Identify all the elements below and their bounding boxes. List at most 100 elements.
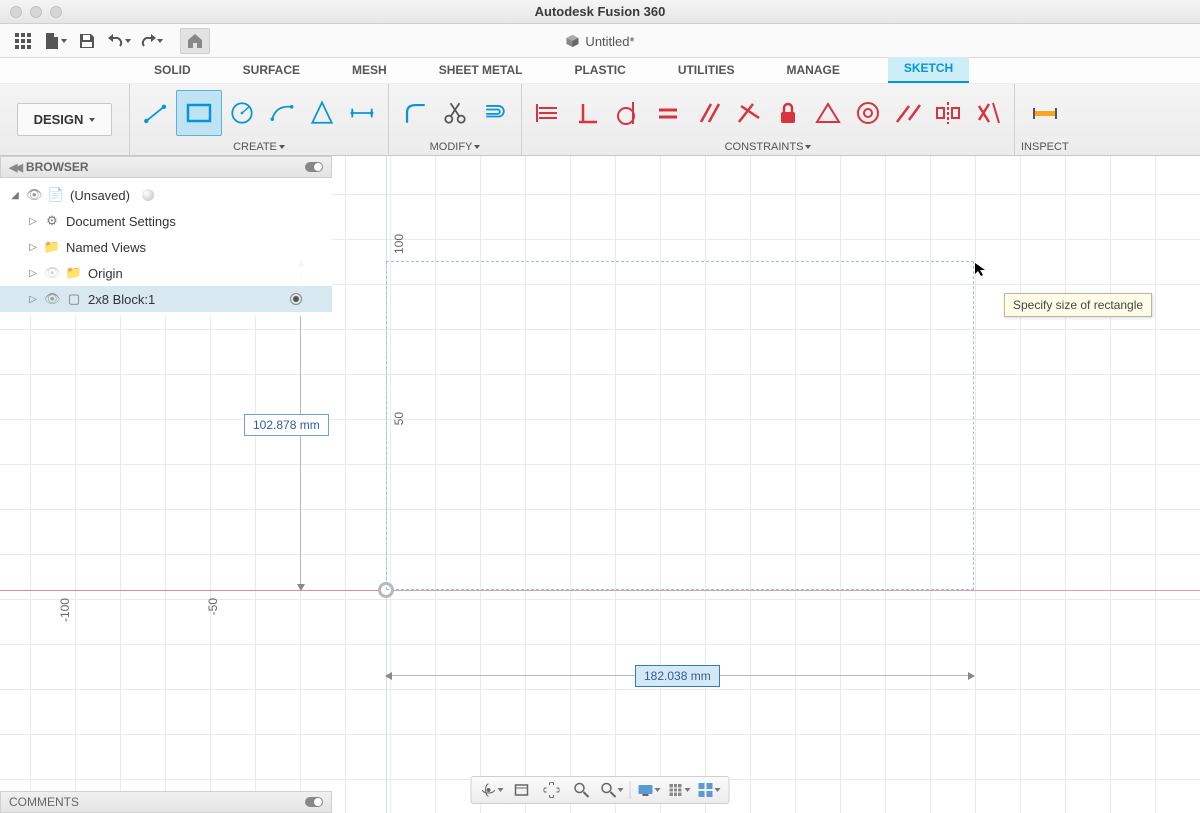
orbit-button[interactable] [478, 779, 506, 801]
tree-item-named-views[interactable]: ▷ 📁 Named Views [0, 234, 332, 260]
axis-y [386, 156, 387, 813]
panel-collapse-icon[interactable]: ◀◀ [9, 161, 20, 174]
visibility-icon[interactable]: 👁 [44, 265, 60, 281]
browser-title: BROWSER [26, 160, 305, 174]
home-button[interactable] [180, 28, 210, 54]
dimension-horizontal-value[interactable]: 182.038 mm [635, 665, 720, 687]
panel-pin-icon[interactable] [305, 797, 323, 807]
offset-tool[interactable] [475, 90, 515, 136]
undo-button[interactable] [104, 28, 134, 54]
ribbon-tabs: SOLID SURFACE MESH SHEET METAL PLASTIC U… [0, 58, 1200, 84]
ruler-x-n100: -100 [58, 598, 72, 622]
ribbon-group-modify: MODIFY [389, 84, 522, 155]
pan-button[interactable] [538, 779, 566, 801]
fillet-tool[interactable] [395, 90, 435, 136]
arc-tool[interactable] [262, 90, 302, 136]
folder-icon: 📁 [44, 239, 60, 255]
dimension-vertical-value[interactable]: 102.878 mm [244, 414, 329, 436]
tooltip: Specify size of rectangle [1004, 293, 1152, 317]
fix-constraint[interactable] [768, 90, 808, 136]
save-button[interactable] [72, 28, 102, 54]
group-label-inspect: INSPECT [1021, 141, 1069, 153]
collinear-constraint[interactable] [888, 90, 928, 136]
parallel-constraint[interactable] [688, 90, 728, 136]
polygon-tool[interactable] [302, 90, 342, 136]
tree-label: 2x8 Block:1 [88, 292, 155, 307]
gear-icon: ⚙ [44, 213, 60, 229]
body-icon: ▢ [66, 291, 82, 307]
visibility-icon[interactable]: 👁 [26, 187, 42, 203]
tree-label: Named Views [66, 240, 146, 255]
line-tool[interactable] [136, 90, 176, 136]
quick-access-toolbar: Untitled* [0, 24, 1200, 58]
component-icon: 📄 [48, 187, 64, 203]
ribbon: DESIGN CREATE MODIFY [0, 84, 1200, 156]
trim-tool[interactable] [435, 90, 475, 136]
comments-title: COMMENTS [9, 795, 79, 809]
tab-plastic[interactable]: PLASTIC [570, 59, 629, 83]
mac-titlebar: Autodesk Fusion 360 [0, 0, 1200, 24]
folder-icon: 📁 [66, 265, 82, 281]
axis-x-negative [0, 590, 386, 591]
ruler-y-50: 50 [392, 412, 406, 425]
slot-tool[interactable] [342, 90, 382, 136]
panel-pin-icon[interactable] [305, 162, 323, 172]
comments-panel[interactable]: COMMENTS [0, 791, 332, 813]
display-settings-button[interactable] [635, 779, 663, 801]
workspace-label: DESIGN [34, 112, 84, 127]
zoom-window-button[interactable] [598, 779, 626, 801]
tree-item-origin[interactable]: ▷ 👁 📁 Origin [0, 260, 332, 286]
visibility-icon[interactable]: 👁 [44, 291, 60, 307]
app-title: Autodesk Fusion 360 [0, 4, 1200, 19]
data-panel-button[interactable] [8, 28, 38, 54]
cube-icon [565, 34, 579, 48]
tree-root-label: (Unsaved) [70, 188, 130, 203]
document-tab[interactable]: Untitled* [565, 26, 634, 56]
vertical-constraint[interactable] [568, 90, 608, 136]
tangent-constraint[interactable] [608, 90, 648, 136]
sketch-rectangle [386, 261, 974, 590]
group-label-constraints: CONSTRAINTS [725, 141, 804, 153]
active-component-icon[interactable] [290, 293, 302, 305]
tree-label: Origin [88, 266, 123, 281]
browser-tree: ◢ 👁 📄 (Unsaved) ▷ ⚙ Document Settings ▷ … [0, 178, 332, 316]
tab-utilities[interactable]: UTILITIES [674, 59, 739, 83]
cursor-icon [974, 262, 988, 281]
new-file-button[interactable] [40, 28, 70, 54]
symmetry-constraint[interactable] [928, 90, 968, 136]
workspace-switcher[interactable]: DESIGN [0, 84, 130, 155]
tree-item-block[interactable]: ▷ 👁 ▢ 2x8 Block:1 [0, 286, 332, 312]
zoom-button[interactable] [568, 779, 596, 801]
inspect-tool[interactable] [1025, 90, 1065, 136]
redo-button[interactable] [136, 28, 166, 54]
browser-panel: ◀◀ BROWSER ◢ 👁 📄 (Unsaved) ▷ ⚙ Document … [0, 156, 332, 316]
tab-sheet-metal[interactable]: SHEET METAL [435, 59, 527, 83]
tab-mesh[interactable]: MESH [348, 59, 391, 83]
dimension-horizontal-line [386, 675, 974, 676]
navigation-bar [471, 776, 730, 804]
appearance-icon[interactable] [142, 189, 154, 201]
tab-solid[interactable]: SOLID [150, 59, 195, 83]
tab-manage[interactable]: MANAGE [782, 59, 843, 83]
ribbon-group-create: CREATE [130, 84, 389, 155]
tree-root[interactable]: ◢ 👁 📄 (Unsaved) [0, 182, 332, 208]
concentric-constraint[interactable] [848, 90, 888, 136]
viewport-button[interactable] [695, 779, 723, 801]
horizontal-constraint[interactable] [528, 90, 568, 136]
tab-surface[interactable]: SURFACE [239, 59, 304, 83]
tree-label: Document Settings [66, 214, 176, 229]
tab-sketch[interactable]: SKETCH [888, 57, 969, 83]
origin-icon [378, 582, 394, 598]
midpoint-constraint[interactable] [808, 90, 848, 136]
grid-settings-button[interactable] [665, 779, 693, 801]
look-at-button[interactable] [508, 779, 536, 801]
perpendicular-constraint[interactable] [728, 90, 768, 136]
circle-tool[interactable] [222, 90, 262, 136]
equal-constraint[interactable] [648, 90, 688, 136]
ribbon-group-inspect: INSPECT [1015, 84, 1075, 155]
tree-item-document-settings[interactable]: ▷ ⚙ Document Settings [0, 208, 332, 234]
curvature-constraint[interactable] [968, 90, 1008, 136]
group-label-create: CREATE [233, 141, 277, 153]
group-label-modify: MODIFY [430, 141, 473, 153]
rectangle-tool[interactable] [176, 90, 222, 136]
